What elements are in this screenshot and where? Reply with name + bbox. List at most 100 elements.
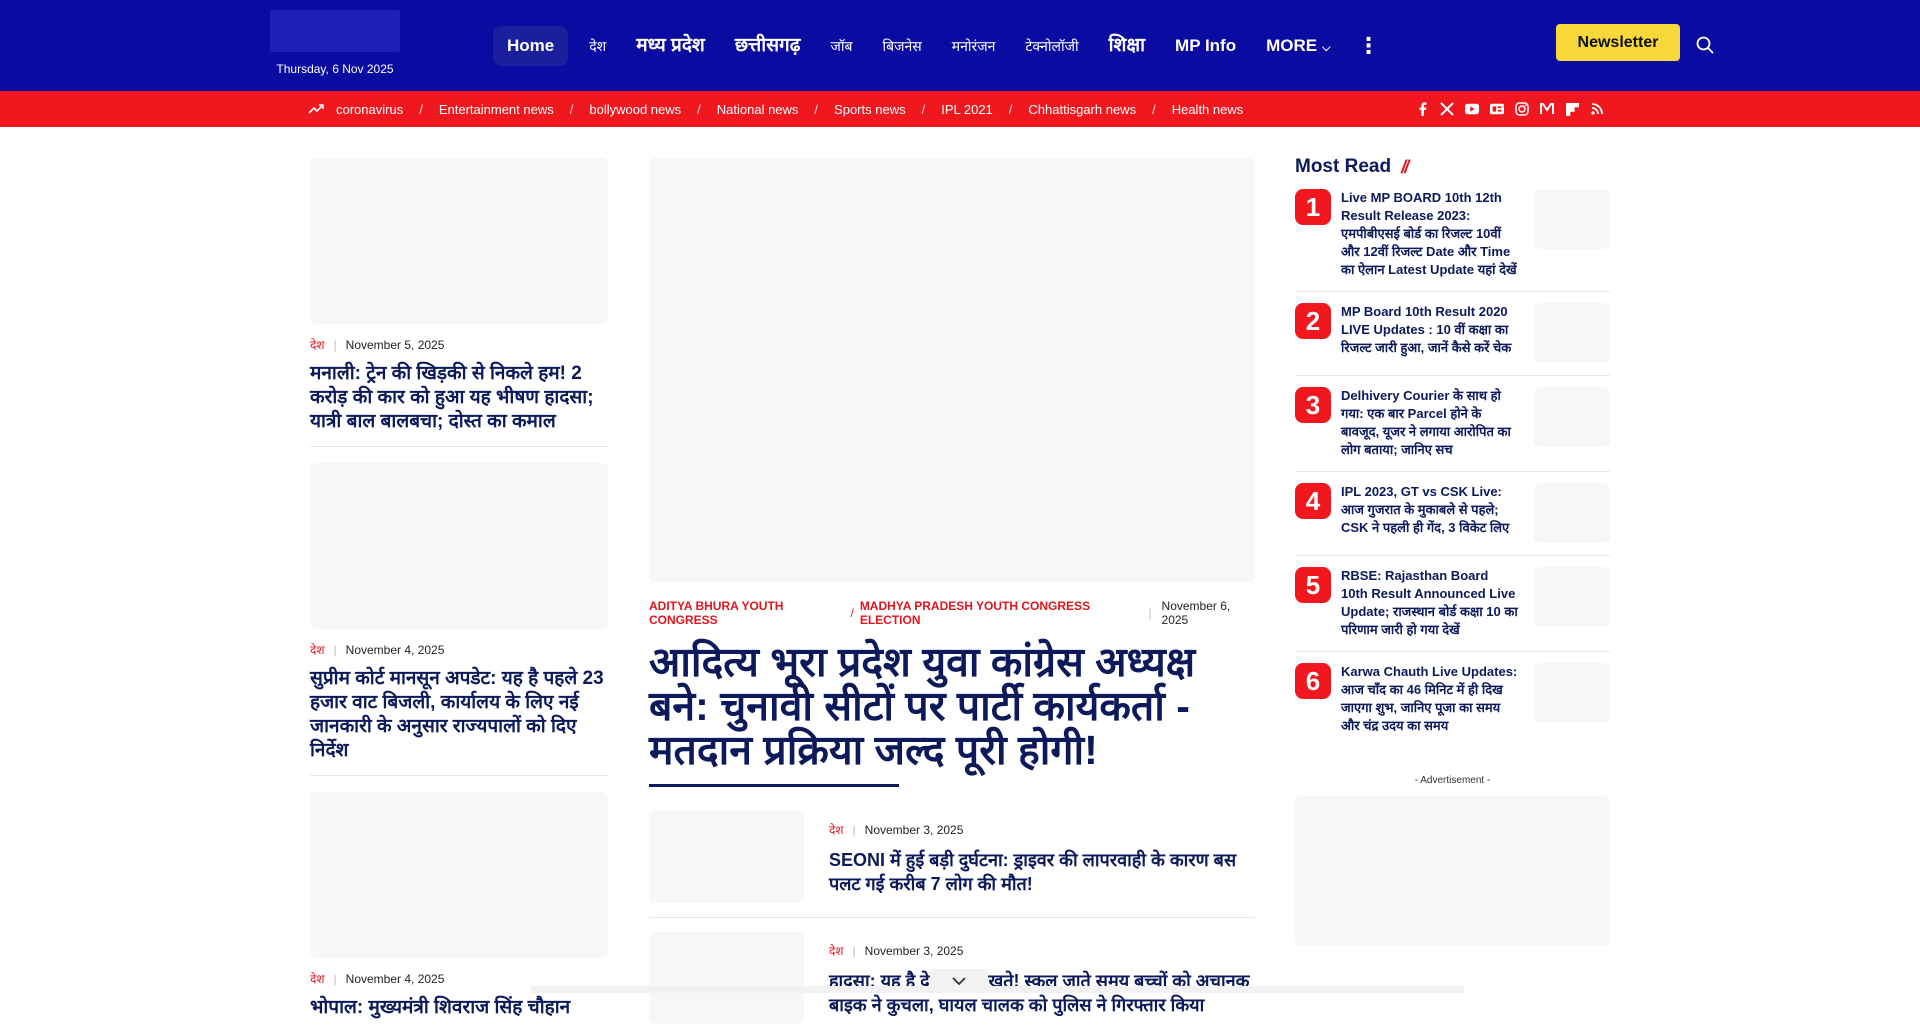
nav-item-more[interactable]: MORE ⌵	[1251, 26, 1345, 66]
sticky-bar-toggle[interactable]	[930, 969, 988, 993]
most-read-thumbnail[interactable]	[1534, 663, 1610, 723]
news-date: November 5, 2025	[345, 337, 445, 352]
rank-badge: 2	[1295, 303, 1331, 339]
news-meta: देश | November 3, 2025	[829, 942, 1255, 959]
news-thumbnail[interactable]	[649, 932, 804, 1024]
most-read-title[interactable]: Karwa Chauth Live Updates: आज चाँद का 46…	[1341, 663, 1518, 735]
trending-link-national[interactable]: National news	[717, 102, 799, 117]
trending-link-entertainment[interactable]: Entertainment news	[439, 102, 554, 117]
news-title[interactable]: SEONI में हुई बड़ी दुर्घटना: ड्राइवर की …	[829, 848, 1255, 896]
trending-icon	[308, 104, 324, 114]
news-card[interactable]: देश | November 5, 2025 मनाली: ट्रेन की ख…	[310, 158, 608, 447]
trending-link-health[interactable]: Health news	[1172, 102, 1244, 117]
nav-item-entertainment[interactable]: मनोरंजन	[937, 26, 1011, 66]
google-news-icon[interactable]	[1490, 102, 1504, 116]
separator: |	[852, 943, 856, 958]
nav-item-business[interactable]: बिजनेस	[867, 26, 936, 66]
most-read-sidebar: Most Read // 1 Live MP BOARD 10th 12th R…	[1295, 156, 1610, 946]
nav-item-desh[interactable]: देश	[574, 26, 621, 66]
trending-link-ipl[interactable]: IPL 2021	[941, 102, 993, 117]
separator: /	[850, 606, 854, 620]
nav-item-home[interactable]: Home	[493, 26, 569, 66]
youtube-icon[interactable]	[1465, 102, 1479, 116]
site-logo[interactable]	[270, 10, 400, 52]
instagram-icon[interactable]	[1515, 102, 1529, 116]
trending-link-bollywood[interactable]: bollywood news	[589, 102, 681, 117]
news-meta: देश | November 4, 2025	[310, 970, 608, 987]
hero-date: November 6, 2025	[1161, 599, 1231, 627]
advertisement-slot[interactable]	[1295, 796, 1610, 946]
kebab-menu-icon[interactable]: ⋮	[1345, 26, 1391, 66]
divider	[310, 775, 608, 776]
most-read-title[interactable]: Live MP BOARD 10th 12th Result Release 2…	[1341, 189, 1518, 279]
facebook-icon[interactable]	[1415, 102, 1429, 116]
news-title[interactable]: सुप्रीम कोर्ट मानसून अपडेट: यह है पहले 2…	[310, 667, 608, 763]
trending-link-coronavirus[interactable]: coronavirus	[336, 102, 403, 117]
nav-more-label: MORE	[1266, 36, 1318, 55]
most-read-item[interactable]: 3 Delhivery Courier के साथ हो गया: एक बा…	[1295, 387, 1610, 472]
most-read-item[interactable]: 4 IPL 2023, GT vs CSK Live: आज गुजरात के…	[1295, 483, 1610, 556]
hero-meta: ADITYA BHURA YOUTH CONGRESS / MADHYA PRA…	[649, 599, 1255, 627]
hero-category-tag[interactable]: ADITYA BHURA YOUTH CONGRESS	[649, 599, 844, 627]
news-category[interactable]: देश	[829, 821, 844, 838]
social-links	[1415, 91, 1615, 127]
news-category[interactable]: देश	[310, 970, 325, 987]
left-news-column: देश | November 5, 2025 मनाली: ट्रेन की ख…	[310, 158, 608, 1036]
featured-news-column: ADITYA BHURA YOUTH CONGRESS / MADHYA PRA…	[649, 158, 1255, 1024]
news-title[interactable]: हादसा: यह है देखते ही देखते! स्कूल जाते …	[829, 969, 1255, 1017]
nav-item-mp-info[interactable]: MP Info	[1160, 26, 1251, 66]
header-date: Thursday, 6 Nov 2025	[276, 62, 394, 76]
most-read-title[interactable]: MP Board 10th Result 2020 LIVE Updates :…	[1341, 303, 1518, 363]
x-icon[interactable]	[1440, 102, 1454, 116]
rank-badge: 1	[1295, 189, 1331, 225]
most-read-thumbnail[interactable]	[1534, 189, 1610, 249]
news-title[interactable]: भोपाल: मुख्यमंत्री शिवराज सिंह चौहान	[310, 996, 608, 1020]
most-read-title: Most Read	[1295, 156, 1392, 177]
most-read-thumbnail[interactable]	[1534, 483, 1610, 543]
news-category[interactable]: देश	[310, 641, 325, 658]
hero-image[interactable]	[649, 158, 1255, 582]
news-card[interactable]: देश | November 4, 2025 सुप्रीम कोर्ट मान…	[310, 463, 608, 776]
most-read-heading: Most Read //	[1295, 156, 1610, 178]
news-meta: देश | November 5, 2025	[310, 336, 608, 353]
news-thumbnail[interactable]	[310, 792, 608, 958]
most-read-item[interactable]: 6 Karwa Chauth Live Updates: आज चाँद का …	[1295, 663, 1610, 747]
news-title[interactable]: मनाली: ट्रेन की खिड़की से निकले हम! 2 कर…	[310, 362, 608, 434]
medium-icon[interactable]	[1540, 102, 1554, 116]
trending-link-chhattisgarh[interactable]: Chhattisgarh news	[1028, 102, 1136, 117]
most-read-thumbnail[interactable]	[1534, 387, 1610, 447]
most-read-thumbnail[interactable]	[1534, 567, 1610, 627]
news-row[interactable]: देश | November 3, 2025 SEONI में हुई बड़…	[649, 811, 1255, 903]
news-thumbnail[interactable]	[649, 811, 804, 903]
divider	[649, 917, 1255, 918]
most-read-thumbnail[interactable]	[1534, 303, 1610, 363]
separator: /	[1008, 101, 1013, 117]
search-icon[interactable]	[1696, 36, 1714, 54]
news-category[interactable]: देश	[310, 336, 325, 353]
trending-link-sports[interactable]: Sports news	[834, 102, 906, 117]
site-header: Thursday, 6 Nov 2025 Home देश मध्य प्रदे…	[0, 0, 1920, 91]
hero-title[interactable]: आदित्य भूरा प्रदेश युवा कांग्रेस अध्यक्ष…	[649, 640, 1255, 772]
nav-item-education[interactable]: शिक्षा	[1094, 26, 1160, 66]
nav-item-madhya-pradesh[interactable]: मध्य प्रदेश	[621, 26, 720, 66]
nav-item-chhattisgarh[interactable]: छत्तीसगढ़	[720, 26, 816, 66]
rank-badge: 6	[1295, 663, 1331, 699]
nav-item-job[interactable]: जॉब	[815, 26, 867, 66]
most-read-title[interactable]: IPL 2023, GT vs CSK Live: आज गुजरात के म…	[1341, 483, 1518, 543]
most-read-item[interactable]: 1 Live MP BOARD 10th 12th Result Release…	[1295, 189, 1610, 292]
nav-item-technology[interactable]: टेक्नोलॉजी	[1010, 26, 1093, 66]
news-category[interactable]: देश	[829, 942, 844, 959]
rss-icon[interactable]	[1590, 102, 1604, 116]
most-read-title[interactable]: Delhivery Courier के साथ हो गया: एक बार …	[1341, 387, 1518, 459]
most-read-item[interactable]: 5 RBSE: Rajasthan Board 10th Result Anno…	[1295, 567, 1610, 652]
news-thumbnail[interactable]	[310, 463, 608, 629]
newsletter-button[interactable]: Newsletter	[1556, 24, 1680, 61]
flipboard-icon[interactable]	[1565, 102, 1579, 116]
news-date: November 4, 2025	[345, 971, 445, 986]
news-date: November 4, 2025	[345, 642, 445, 657]
rank-badge: 3	[1295, 387, 1331, 423]
hero-category-tag[interactable]: MADHYA PRADESH YOUTH CONGRESS ELECTION	[860, 599, 1139, 627]
most-read-title[interactable]: RBSE: Rajasthan Board 10th Result Announ…	[1341, 567, 1518, 639]
most-read-item[interactable]: 2 MP Board 10th Result 2020 LIVE Updates…	[1295, 303, 1610, 376]
news-thumbnail[interactable]	[310, 158, 608, 324]
